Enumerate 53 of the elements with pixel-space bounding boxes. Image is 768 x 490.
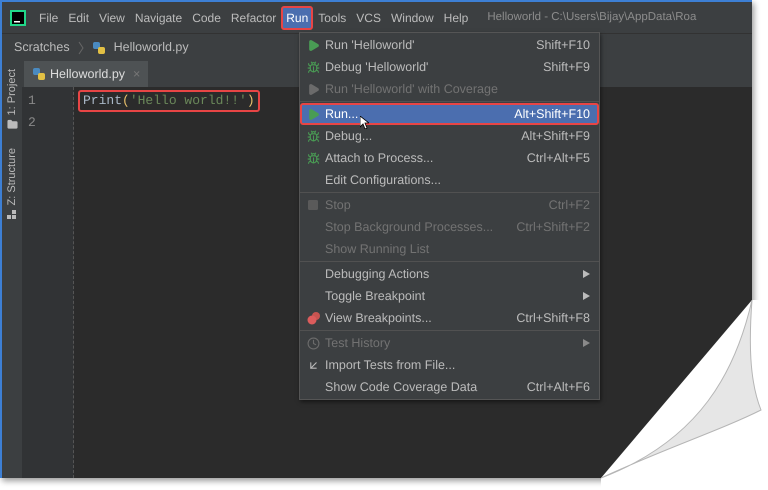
breakpoints-icon xyxy=(307,311,321,325)
bug-icon xyxy=(307,152,320,164)
menu-item[interactable]: Help xyxy=(438,6,474,30)
play-icon xyxy=(307,108,320,120)
chevron-icon xyxy=(78,40,84,54)
menu-item[interactable]: Window xyxy=(386,6,439,30)
shortcut-text: Ctrl+Alt+F6 xyxy=(526,378,590,396)
menu-entry[interactable]: View Breakpoints... Ctrl+Shift+F8 xyxy=(300,307,599,329)
shortcut-text: Shift+F9 xyxy=(543,58,590,76)
menu-entry[interactable]: Edit Configurations... xyxy=(300,169,599,191)
menu-entry[interactable]: Toggle Breakpoint xyxy=(300,285,599,307)
shortcut-text: Shift+F10 xyxy=(536,36,590,54)
menu-item[interactable]: Navigate xyxy=(130,6,188,30)
menu-item[interactable]: File xyxy=(34,6,64,30)
menu-entry[interactable]: Attach to Process... Ctrl+Alt+F5 xyxy=(300,147,599,169)
menu-item[interactable]: Tools xyxy=(313,6,352,30)
mouse-cursor-icon xyxy=(360,116,369,129)
play-icon xyxy=(307,82,320,96)
menu-entry[interactable]: Debug... Alt+Shift+F9 xyxy=(300,125,599,147)
python-file-icon xyxy=(32,67,46,81)
tool-window-button[interactable]: Z: Structure xyxy=(4,148,20,220)
menu-item[interactable]: Code xyxy=(187,6,226,30)
menu-item[interactable]: Run xyxy=(281,6,314,30)
menu-entry[interactable]: Show Code Coverage Data Ctrl+Alt+F6 xyxy=(300,376,599,398)
play-icon xyxy=(307,38,320,52)
folder-icon xyxy=(6,119,18,130)
bug-icon xyxy=(307,130,320,142)
line-number: 1 xyxy=(28,92,36,110)
menu-entry[interactable]: Debug 'Helloworld' Shift+F9 xyxy=(300,56,599,78)
breadcrumb-item[interactable]: Helloworld.py xyxy=(114,38,189,57)
shortcut-text: Alt+Shift+F10 xyxy=(514,106,590,123)
app-logo-icon xyxy=(10,10,26,26)
menu-item[interactable]: View xyxy=(94,6,130,30)
menu-item[interactable]: Refactor xyxy=(226,6,282,30)
editor-tab[interactable]: Helloworld.py × xyxy=(24,61,148,87)
breadcrumb-item[interactable]: Scratches xyxy=(14,38,70,57)
structure-icon xyxy=(7,210,17,220)
window-title: Helloworld - C:\Users\Bijay\AppData\Roa xyxy=(487,10,696,25)
bug-icon xyxy=(307,60,320,74)
line-number: 2 xyxy=(28,114,36,132)
menu-entry[interactable]: Run... Alt+Shift+F10 xyxy=(300,103,599,125)
menu-entry[interactable]: Run 'Helloworld' Shift+F10 xyxy=(300,34,599,56)
stop-icon xyxy=(307,199,319,211)
tool-window-button[interactable]: 1: Project xyxy=(4,69,20,130)
shortcut-text: Ctrl+Alt+F5 xyxy=(526,150,590,167)
shortcut-text: Alt+Shift+F9 xyxy=(521,128,590,145)
menu-item[interactable]: Edit xyxy=(63,6,94,30)
menu-entry[interactable]: Import Tests from File... xyxy=(300,354,599,376)
menu-item[interactable]: VCS xyxy=(351,6,386,30)
clock-icon xyxy=(307,336,320,350)
python-file-icon xyxy=(92,40,106,54)
shortcut-text: Ctrl+Shift+F8 xyxy=(516,310,590,327)
menu-entry[interactable]: Debugging Actions xyxy=(300,263,599,285)
